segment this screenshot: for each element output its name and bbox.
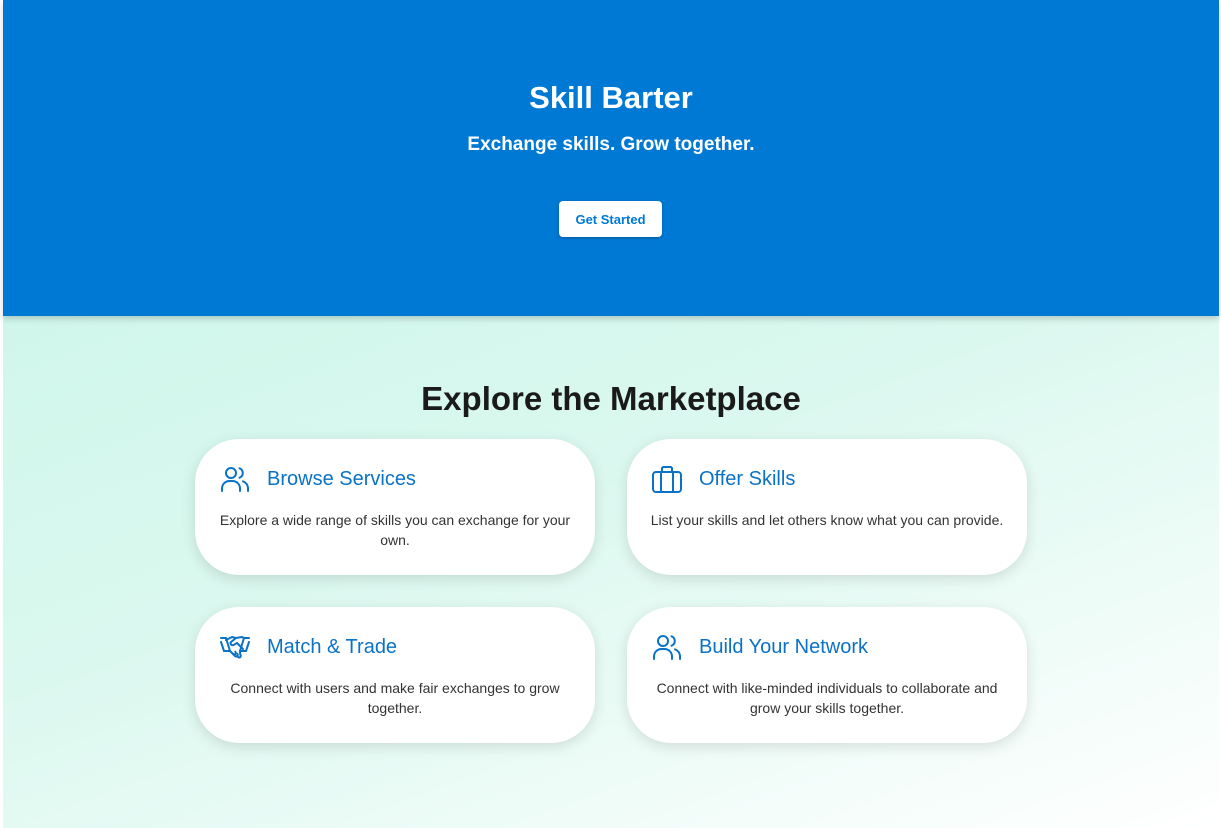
card-title: Match & Trade: [267, 636, 398, 658]
hero-title: Skill Barter: [529, 80, 693, 115]
card-title: Offer Skills: [699, 468, 796, 490]
hero-tagline: Exchange skills. Grow together.: [467, 134, 755, 155]
card-title: Browse Services: [267, 468, 416, 490]
users-icon: [651, 631, 683, 663]
hero-banner: Skill Barter Exchange skills. Grow toget…: [3, 0, 1219, 316]
marketplace-heading: Explore the Marketplace: [421, 380, 801, 417]
card-title: Build Your Network: [699, 636, 868, 658]
page: Skill Barter Exchange skills. Grow toget…: [3, 0, 1219, 828]
card-match-trade[interactable]: Match & Trade Connect with users and mak…: [195, 607, 595, 743]
handshake-icon: [219, 631, 251, 663]
briefcase-icon: [651, 463, 683, 495]
get-started-button[interactable]: Get Started: [559, 201, 662, 237]
card-browse-services[interactable]: Browse Services Explore a wide range of …: [195, 439, 595, 575]
card-description: Connect with like-minded individuals to …: [656, 680, 998, 716]
card-offer-skills[interactable]: Offer Skills List your skills and let ot…: [627, 439, 1027, 575]
card-description: Explore a wide range of skills you can e…: [219, 512, 571, 548]
card-build-network[interactable]: Build Your Network Connect with like-min…: [627, 607, 1027, 743]
card-description: List your skills and let others know wha…: [650, 512, 1004, 528]
users-icon: [219, 463, 251, 495]
card-description: Connect with users and make fair exchang…: [230, 680, 560, 716]
